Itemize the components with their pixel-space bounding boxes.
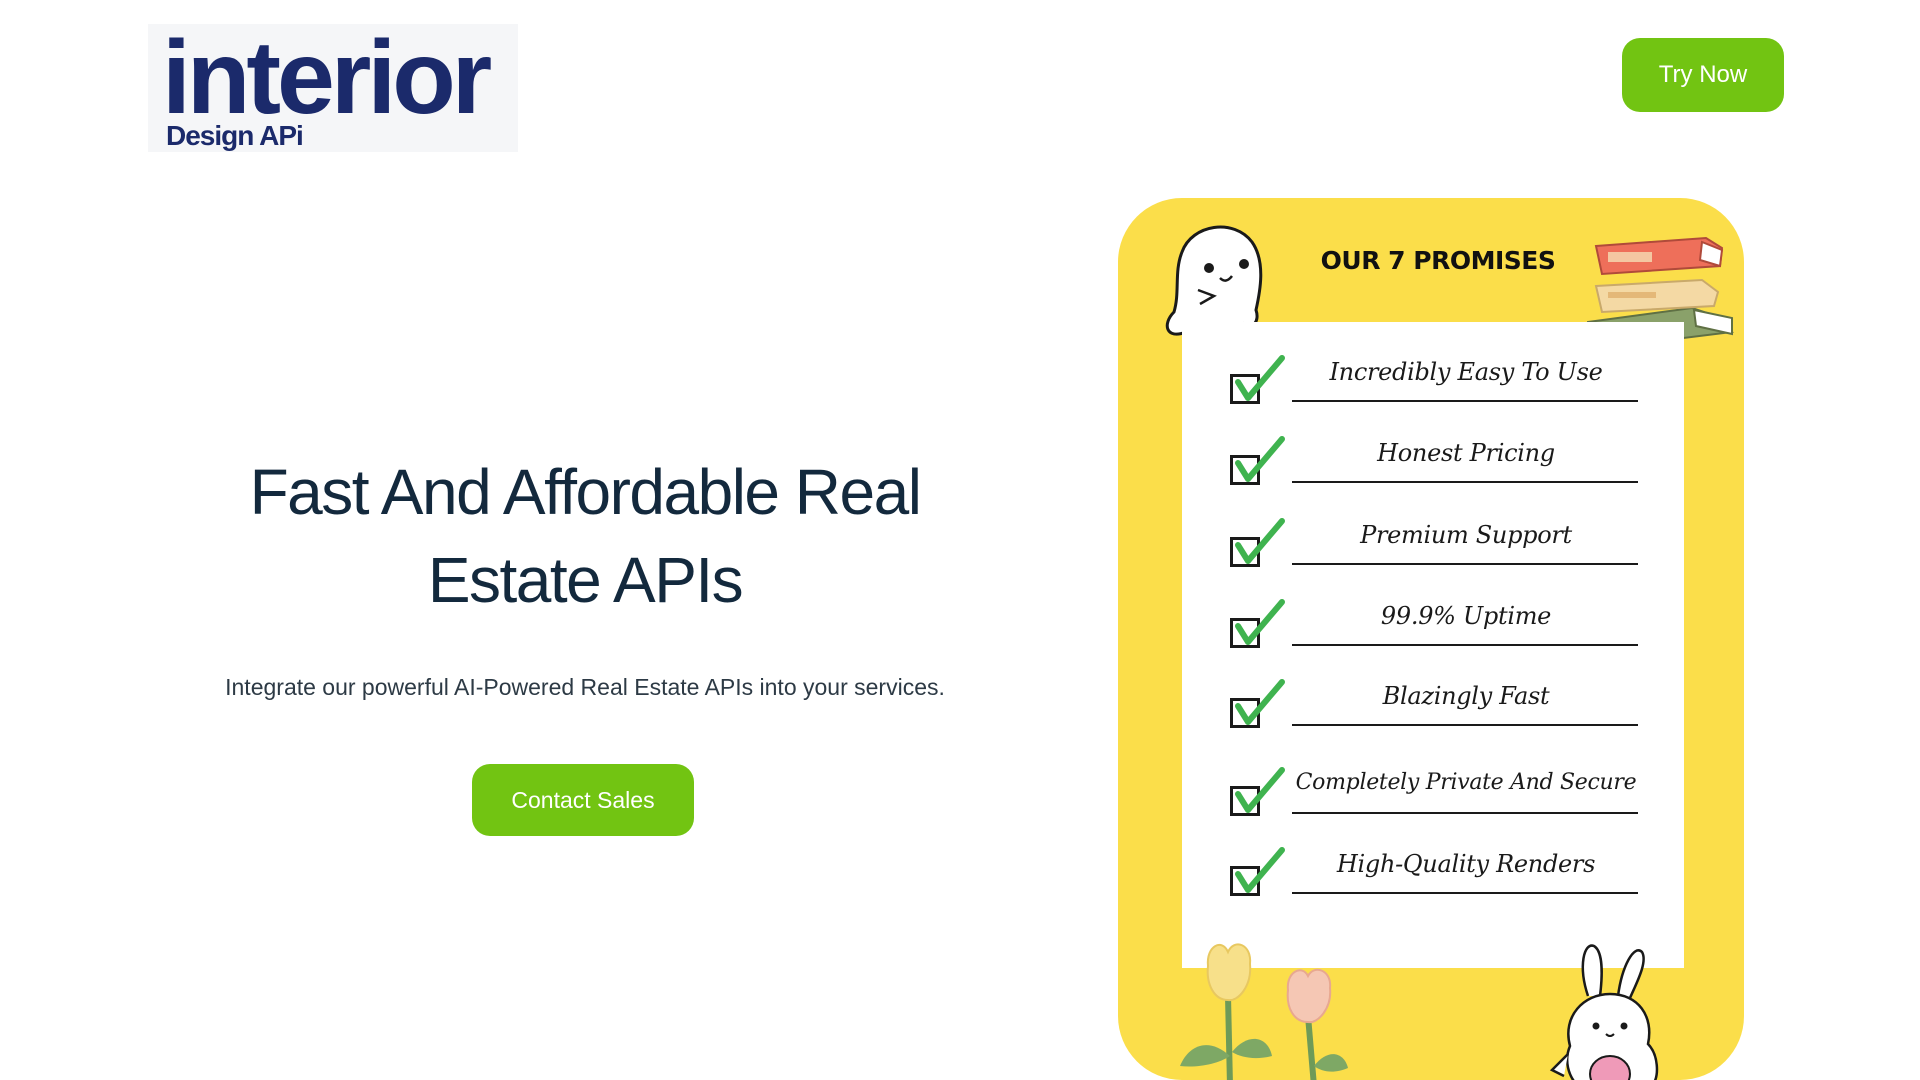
hero-subtitle: Integrate our powerful AI-Powered Real E… xyxy=(225,674,945,700)
hero-title: Fast And Affordable Real Estate APIs xyxy=(180,448,990,624)
promise-item: Honest Pricing xyxy=(1222,433,1672,503)
promise-text: 99.9% Uptime xyxy=(1380,602,1552,630)
promise-item: Incredibly Easy To Use xyxy=(1222,352,1672,422)
promises-title: OUR 7 PROMISES xyxy=(1320,246,1556,275)
promises-card: OUR 7 PROMISES Incredibly Easy To Use Ho… xyxy=(1118,198,1744,1080)
promise-text: Premium Support xyxy=(1360,521,1572,549)
promise-text: Blazingly Fast xyxy=(1382,682,1550,710)
check-icon xyxy=(1235,679,1285,725)
try-now-button[interactable]: Try Now xyxy=(1622,38,1784,112)
hero-title-line1: Fast And Affordable Real xyxy=(249,456,922,528)
promise-text: High-Quality Renders xyxy=(1336,850,1596,878)
promise-text: Incredibly Easy To Use xyxy=(1329,358,1603,386)
check-icon xyxy=(1235,518,1285,564)
underline xyxy=(1292,724,1638,726)
logo-wordmark: interior xyxy=(162,20,492,136)
underline xyxy=(1292,892,1638,894)
bunny-icon xyxy=(1549,944,1659,1080)
promise-item: High-Quality Renders xyxy=(1222,844,1672,914)
hero-title-line2: Estate APIs xyxy=(427,544,744,616)
check-icon xyxy=(1235,599,1285,645)
check-icon xyxy=(1235,355,1285,401)
underline xyxy=(1292,400,1638,402)
page: interior Design APi Try Now Fast And Aff… xyxy=(0,0,1920,1080)
flower-icon xyxy=(1180,943,1348,1080)
underline xyxy=(1292,563,1638,565)
check-icon xyxy=(1235,847,1285,893)
check-icon xyxy=(1235,436,1285,482)
promise-text: Completely Private And Secure xyxy=(1295,770,1637,795)
logo[interactable]: interior Design APi xyxy=(148,24,518,152)
underline xyxy=(1292,644,1638,646)
promise-item: Completely Private And Secure xyxy=(1222,764,1672,834)
underline xyxy=(1292,812,1638,814)
promise-text: Honest Pricing xyxy=(1377,439,1555,467)
check-icon xyxy=(1235,767,1285,813)
underline xyxy=(1292,481,1638,483)
promises-sheet: Incredibly Easy To Use Honest Pricing Pr… xyxy=(1182,322,1684,968)
promise-item: Blazingly Fast xyxy=(1222,676,1672,746)
contact-sales-button[interactable]: Contact Sales xyxy=(472,764,694,836)
promise-item: Premium Support xyxy=(1222,515,1672,585)
promise-item: 99.9% Uptime xyxy=(1222,596,1672,666)
